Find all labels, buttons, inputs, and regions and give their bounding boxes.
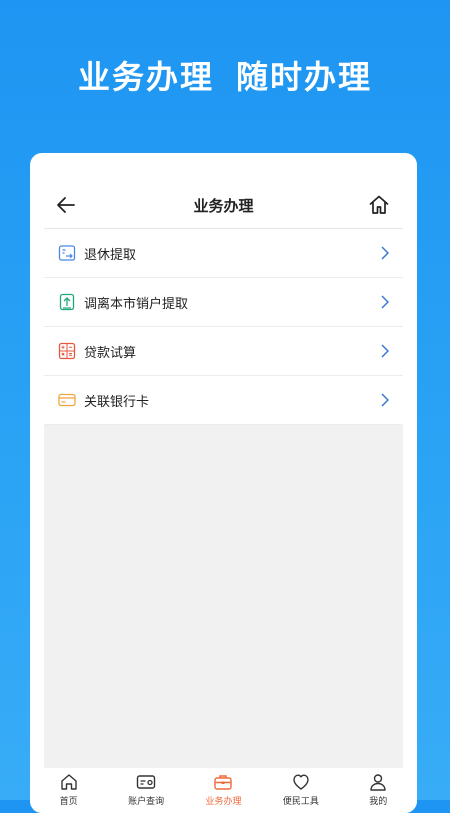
tab-business-handling[interactable]: 业务办理 [193,768,253,813]
retirement-doc-icon [58,245,76,261]
tab-label: 业务办理 [205,797,242,807]
menu-item-label: 调离本市销户提取 [84,297,189,312]
menu-item-label: 关联银行卡 [84,395,150,410]
bottom-tab-bar: 首页 账户查询 业务办理 便民工具 我的 [30,768,417,813]
transfer-up-icon [59,293,75,311]
home-icon[interactable] [367,193,391,217]
bank-card-icon [58,393,76,407]
account-card-icon [136,775,156,789]
chevron-right-icon [381,393,389,407]
menu-item-retirement-withdrawal[interactable]: 退休提取 [44,229,403,278]
phone-screen-card: 业务办理 退休提取 调离本市销户提取 贷款试算 关联银行卡 首页 账户查询 业务… [30,153,417,813]
menu-item-loan-calculator[interactable]: 贷款试算 [44,327,403,376]
tab-home[interactable]: 首页 [39,768,99,813]
tab-label: 账户查询 [128,797,165,807]
menu-item-transfer-account-closure[interactable]: 调离本市销户提取 [44,278,403,327]
chevron-right-icon [381,246,389,260]
home-icon [60,774,77,790]
tab-convenience-tools[interactable]: 便民工具 [271,768,331,813]
tab-account-query[interactable]: 账户查询 [116,768,176,813]
tab-label: 便民工具 [282,797,319,807]
menu-item-label: 退休提取 [84,248,137,263]
tab-label: 首页 [59,797,78,807]
hero-title-right: 随时办理 [236,58,373,96]
page-title: 业务办理 [193,197,254,215]
chevron-right-icon [381,344,389,358]
service-menu-list: 退休提取 调离本市销户提取 贷款试算 关联银行卡 [44,229,403,425]
heart-icon [293,774,309,790]
empty-content-area [44,425,403,768]
tab-label: 我的 [369,797,388,807]
hero-title: 业务办理 随时办理 [0,52,450,98]
user-icon [370,774,386,791]
menu-item-label: 贷款试算 [84,346,137,361]
nav-bar: 业务办理 [30,183,417,229]
hero-title-left: 业务办理 [77,58,214,96]
menu-item-link-bank-card[interactable]: 关联银行卡 [44,376,403,425]
tab-mine[interactable]: 我的 [348,768,408,813]
briefcase-icon [214,775,233,790]
calculator-icon [58,342,76,360]
chevron-right-icon [381,295,389,309]
